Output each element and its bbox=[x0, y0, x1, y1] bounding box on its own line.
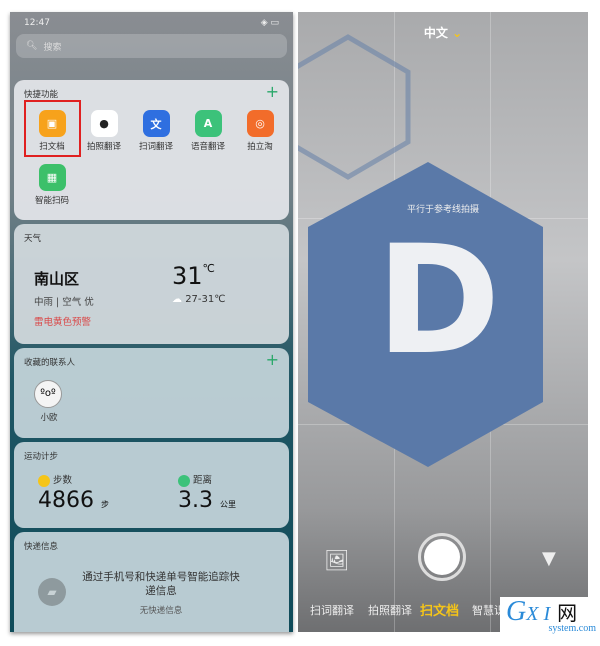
contact-item[interactable]: ºoº 小欧 bbox=[34, 380, 64, 423]
quick-functions-card: 快捷功能 + ▣ 扫文档 ● 拍照翻译 文扫词翻译 A 语音翻译 ◎ 拍立淘 ▦ 智能扫码 bbox=[14, 80, 289, 220]
app-photo-translate[interactable]: ● 拍照翻译 bbox=[78, 110, 130, 152]
app-label: 智能扫码 bbox=[34, 196, 69, 206]
steps-card[interactable]: 运动计步 步数 4866 步 距离 3.3 公里 bbox=[14, 442, 289, 528]
contacts-card: 收藏的联系人 + ºoº 小欧 bbox=[14, 348, 289, 438]
camera-screen: D 平行于参考线拍摄 中文 ⌄ 🖼︎ ▼ 扫词翻译 拍照翻译 扫文档 智慧识 bbox=[298, 12, 588, 632]
language-selector[interactable]: 中文 ⌄ bbox=[298, 24, 588, 41]
search-placeholder: 搜索 bbox=[43, 42, 62, 53]
app-word-translate[interactable]: 文扫词翻译 bbox=[130, 110, 182, 152]
express-card[interactable]: 快递信息 ▰ 通过手机号和快递单号智能追踪快递信息 无快递信息 bbox=[14, 532, 289, 632]
steps-label: 步数 bbox=[53, 475, 73, 486]
distance-label: 距离 bbox=[193, 475, 213, 486]
search-icon: 🔍︎ bbox=[26, 41, 38, 51]
card-title: 天气 bbox=[24, 234, 42, 244]
status-bar: 12:47 ◈ ▭ bbox=[24, 18, 279, 28]
watermark-logo: GX I 网 system.com bbox=[500, 597, 600, 646]
footsteps-icon bbox=[38, 474, 50, 487]
phone-left-screen: 12:47 ◈ ▭ 🔍︎ 搜索 快捷功能 + ▣ 扫文档 ● 拍照翻译 文扫词翻译 A语… bbox=[10, 12, 293, 632]
temp-unit: ℃ bbox=[202, 262, 215, 275]
weather-warning: 雷电黄色预警 bbox=[34, 317, 92, 328]
contact-name: 小欧 bbox=[40, 413, 58, 423]
battery-icon: ◈ ▭ bbox=[260, 18, 279, 28]
poster-letter: D bbox=[376, 214, 501, 388]
express-empty: 无快递信息 bbox=[139, 606, 183, 616]
card-title: 收藏的联系人 bbox=[24, 358, 76, 368]
search-input[interactable]: 🔍︎ 搜索 bbox=[16, 34, 287, 58]
add-contact-icon[interactable]: + bbox=[266, 350, 279, 369]
app-smart-scan[interactable]: ▦ 智能扫码 bbox=[26, 164, 78, 206]
document-scan-icon: ▣ bbox=[38, 110, 66, 137]
mode-photo-translate[interactable]: 拍照翻译 bbox=[368, 602, 412, 618]
status-time: 12:47 bbox=[24, 18, 50, 28]
truck-icon: ▰ bbox=[38, 578, 66, 606]
temp-range: 27-31℃ bbox=[185, 294, 226, 305]
chevron-down-icon: ⌄ bbox=[452, 26, 463, 40]
steps-value: 4866 bbox=[38, 488, 94, 513]
express-message: 通过手机号和快递单号智能追踪快递信息 bbox=[82, 571, 240, 597]
distance-icon bbox=[178, 474, 190, 487]
camera-hint: 平行于参考线拍摄 bbox=[406, 205, 479, 215]
voice-translate-icon: A bbox=[194, 110, 222, 137]
flashlight-icon[interactable]: ▼ bbox=[542, 548, 556, 569]
distance-unit: 公里 bbox=[220, 500, 236, 509]
app-label: 拍立淘 bbox=[247, 142, 273, 152]
rain-cloud-icon: ☁ bbox=[172, 294, 182, 305]
app-scan-document[interactable]: ▣ 扫文档 bbox=[26, 110, 78, 152]
app-label: 拍照翻译 bbox=[86, 142, 121, 152]
weather-condition: 中雨 | 空气 优 bbox=[34, 297, 94, 308]
shutter-button[interactable] bbox=[418, 533, 466, 581]
distance-value: 3.3 bbox=[178, 488, 213, 513]
language-label: 中文 bbox=[423, 26, 448, 40]
weather-card[interactable]: 天气 南山区 中雨 | 空气 优 雷电黄色预警 31℃ ☁ 27-31℃ bbox=[14, 224, 289, 344]
qr-code-icon: ▦ bbox=[38, 164, 66, 191]
weather-location: 南山区 bbox=[34, 270, 80, 288]
app-pailitao[interactable]: ◎ 拍立淘 bbox=[234, 110, 286, 152]
app-label: 扫词翻译 bbox=[138, 142, 173, 152]
avatar: ºoº bbox=[34, 380, 62, 408]
app-label: 语音翻译 bbox=[190, 142, 225, 152]
temperature: 31 bbox=[172, 262, 203, 290]
card-title: 快递信息 bbox=[24, 542, 59, 552]
translate-icon: 文 bbox=[142, 110, 170, 137]
camera-icon: ◎ bbox=[246, 110, 274, 137]
card-title: 快捷功能 bbox=[24, 90, 59, 100]
add-icon[interactable]: + bbox=[266, 82, 279, 101]
gallery-icon[interactable]: 🖼︎ bbox=[324, 548, 349, 572]
mode-word-translate[interactable]: 扫词翻译 bbox=[310, 602, 354, 618]
app-voice-translate[interactable]: A 语音翻译 bbox=[182, 110, 234, 152]
mode-scan-document[interactable]: 扫文档 bbox=[420, 600, 459, 619]
steps-unit: 步 bbox=[101, 500, 109, 509]
app-label: 扫文档 bbox=[39, 142, 65, 152]
photo-translate-icon: ● bbox=[90, 110, 118, 137]
card-title: 运动计步 bbox=[24, 452, 59, 462]
